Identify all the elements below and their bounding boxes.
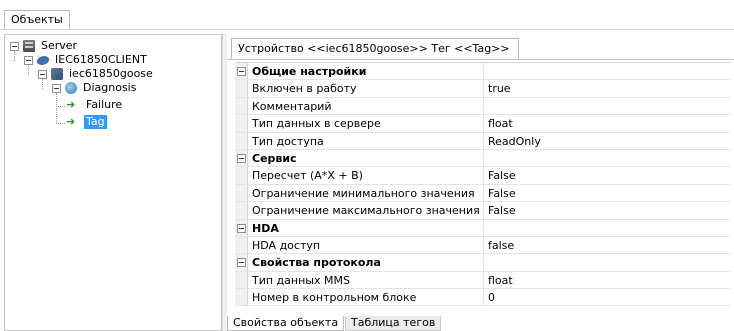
category-value — [484, 63, 730, 80]
category-title: Сервис — [248, 149, 484, 167]
tree-label-client: IEC61850CLIENT — [55, 53, 147, 66]
client-icon — [35, 55, 51, 65]
property-value[interactable]: False — [484, 185, 730, 201]
device-icon — [51, 68, 63, 80]
collapse-icon[interactable] — [38, 69, 47, 79]
collapse-icon[interactable] — [10, 41, 19, 51]
property-name: Комментарий — [248, 97, 484, 115]
tab-object-properties[interactable]: Свойства объекта — [227, 316, 345, 331]
row-gutter — [235, 184, 248, 202]
tree-connector — [56, 106, 65, 107]
property-value[interactable]: 0 — [484, 289, 730, 305]
property-name: Тип доступа — [248, 132, 484, 149]
row-gutter — [235, 80, 248, 97]
row-gutter — [235, 63, 248, 80]
category-value — [484, 219, 730, 236]
diagnosis-icon — [65, 82, 77, 94]
property-name: Тип данных в сервере — [248, 115, 484, 132]
tree-node-client[interactable]: IEC61850CLIENT — [24, 53, 149, 67]
property-row[interactable]: Комментарий — [235, 97, 730, 116]
property-value[interactable]: float — [484, 115, 730, 131]
property-value[interactable]: ReadOnly — [484, 133, 730, 149]
property-row[interactable]: Тип данных в сервере float — [235, 115, 730, 133]
tree-node-diagnosis[interactable]: Diagnosis — [52, 81, 138, 95]
category-hda[interactable]: HDA — [235, 219, 730, 237]
property-name: Ограничение максимального значения — [248, 202, 484, 219]
tree-label-server: Server — [41, 39, 78, 52]
row-gutter — [235, 219, 248, 236]
tree-label-failure: Failure — [86, 98, 123, 111]
row-gutter — [235, 202, 248, 219]
row-gutter — [235, 289, 248, 306]
property-name: Номер в контрольном блоке — [248, 289, 484, 306]
property-row[interactable]: Тип доступа ReadOnly — [235, 132, 730, 150]
tree-node-tag[interactable]: ➜ Tag — [66, 115, 107, 129]
property-name: Тип данных MMS — [248, 271, 484, 289]
tab-objects[interactable]: Объекты — [4, 10, 70, 30]
panel-splitter[interactable] — [222, 34, 227, 331]
row-gutter — [235, 97, 248, 115]
property-value[interactable]: true — [484, 80, 730, 96]
tag-arrow-icon: ➜ — [66, 115, 76, 128]
property-row[interactable]: Номер в контрольном блоке 0 — [235, 289, 730, 307]
category-title: Общие настройки — [248, 63, 484, 80]
property-row[interactable]: Ограничение минимального значения False — [235, 184, 730, 203]
tag-arrow-icon: ➜ — [66, 98, 76, 111]
tree-node-failure[interactable]: ➜ Failure — [66, 98, 124, 112]
tab-tag-table[interactable]: Таблица тегов — [345, 316, 442, 331]
collapse-icon[interactable] — [237, 153, 246, 163]
property-value[interactable] — [484, 98, 730, 114]
tree-label-device: iec61850goose — [69, 67, 153, 80]
row-gutter — [235, 149, 248, 167]
tab-device-tag[interactable]: Устройство <<iec61850goose>> Тег <<Tag>> — [231, 38, 519, 59]
property-row[interactable]: HDA доступ false — [235, 236, 730, 255]
property-value[interactable]: False — [484, 202, 730, 218]
tree-connector — [56, 123, 65, 124]
tree-node-server[interactable]: Server — [10, 39, 79, 53]
property-name: HDA доступ — [248, 236, 484, 254]
tree-node-device[interactable]: iec61850goose — [38, 67, 155, 81]
row-gutter — [235, 167, 248, 184]
property-row[interactable]: Пересчет (A*X + B) False — [235, 167, 730, 185]
property-value[interactable]: float — [484, 272, 730, 288]
property-grid: Общие настройки Включен в работу true Ко… — [235, 62, 730, 307]
category-value — [484, 254, 730, 271]
collapse-icon[interactable] — [237, 223, 246, 233]
category-service[interactable]: Сервис — [235, 149, 730, 168]
category-general[interactable]: Общие настройки — [235, 63, 730, 81]
device-tabbar-divider — [227, 59, 734, 60]
tabbar-divider — [0, 29, 734, 30]
property-value[interactable]: false — [484, 237, 730, 253]
objects-tabbar: Объекты — [0, 0, 734, 30]
row-gutter — [235, 115, 248, 132]
property-value[interactable]: False — [484, 167, 730, 183]
collapse-icon[interactable] — [52, 83, 61, 93]
tree-label-diagnosis: Diagnosis — [83, 81, 137, 94]
collapse-icon[interactable] — [237, 258, 246, 268]
category-title: HDA — [248, 219, 484, 236]
server-icon — [23, 40, 35, 52]
property-row[interactable]: Включен в работу true — [235, 80, 730, 98]
category-title: Свойства протокола — [248, 254, 484, 271]
tree-connector — [56, 93, 57, 123]
property-name: Ограничение минимального значения — [248, 184, 484, 202]
row-gutter — [235, 236, 248, 254]
property-row[interactable]: Тип данных MMS float — [235, 271, 730, 290]
bottom-tabbar: Свойства объекта Таблица тегов — [227, 315, 734, 331]
category-value — [484, 149, 730, 167]
property-name: Включен в работу — [248, 80, 484, 97]
object-tree[interactable]: Server IEC61850CLIENT iec61850goose Diag… — [4, 34, 222, 331]
row-gutter — [235, 132, 248, 149]
property-name: Пересчет (A*X + B) — [248, 167, 484, 184]
device-tabbar: Устройство <<iec61850goose>> Тег <<Tag>> — [227, 34, 734, 60]
row-gutter — [235, 271, 248, 289]
tree-label-tag: Tag — [84, 115, 107, 129]
collapse-icon[interactable] — [237, 67, 246, 76]
category-protocol[interactable]: Свойства протокола — [235, 254, 730, 272]
collapse-icon[interactable] — [24, 55, 33, 65]
row-gutter — [235, 254, 248, 271]
property-row[interactable]: Ограничение максимального значения False — [235, 202, 730, 220]
